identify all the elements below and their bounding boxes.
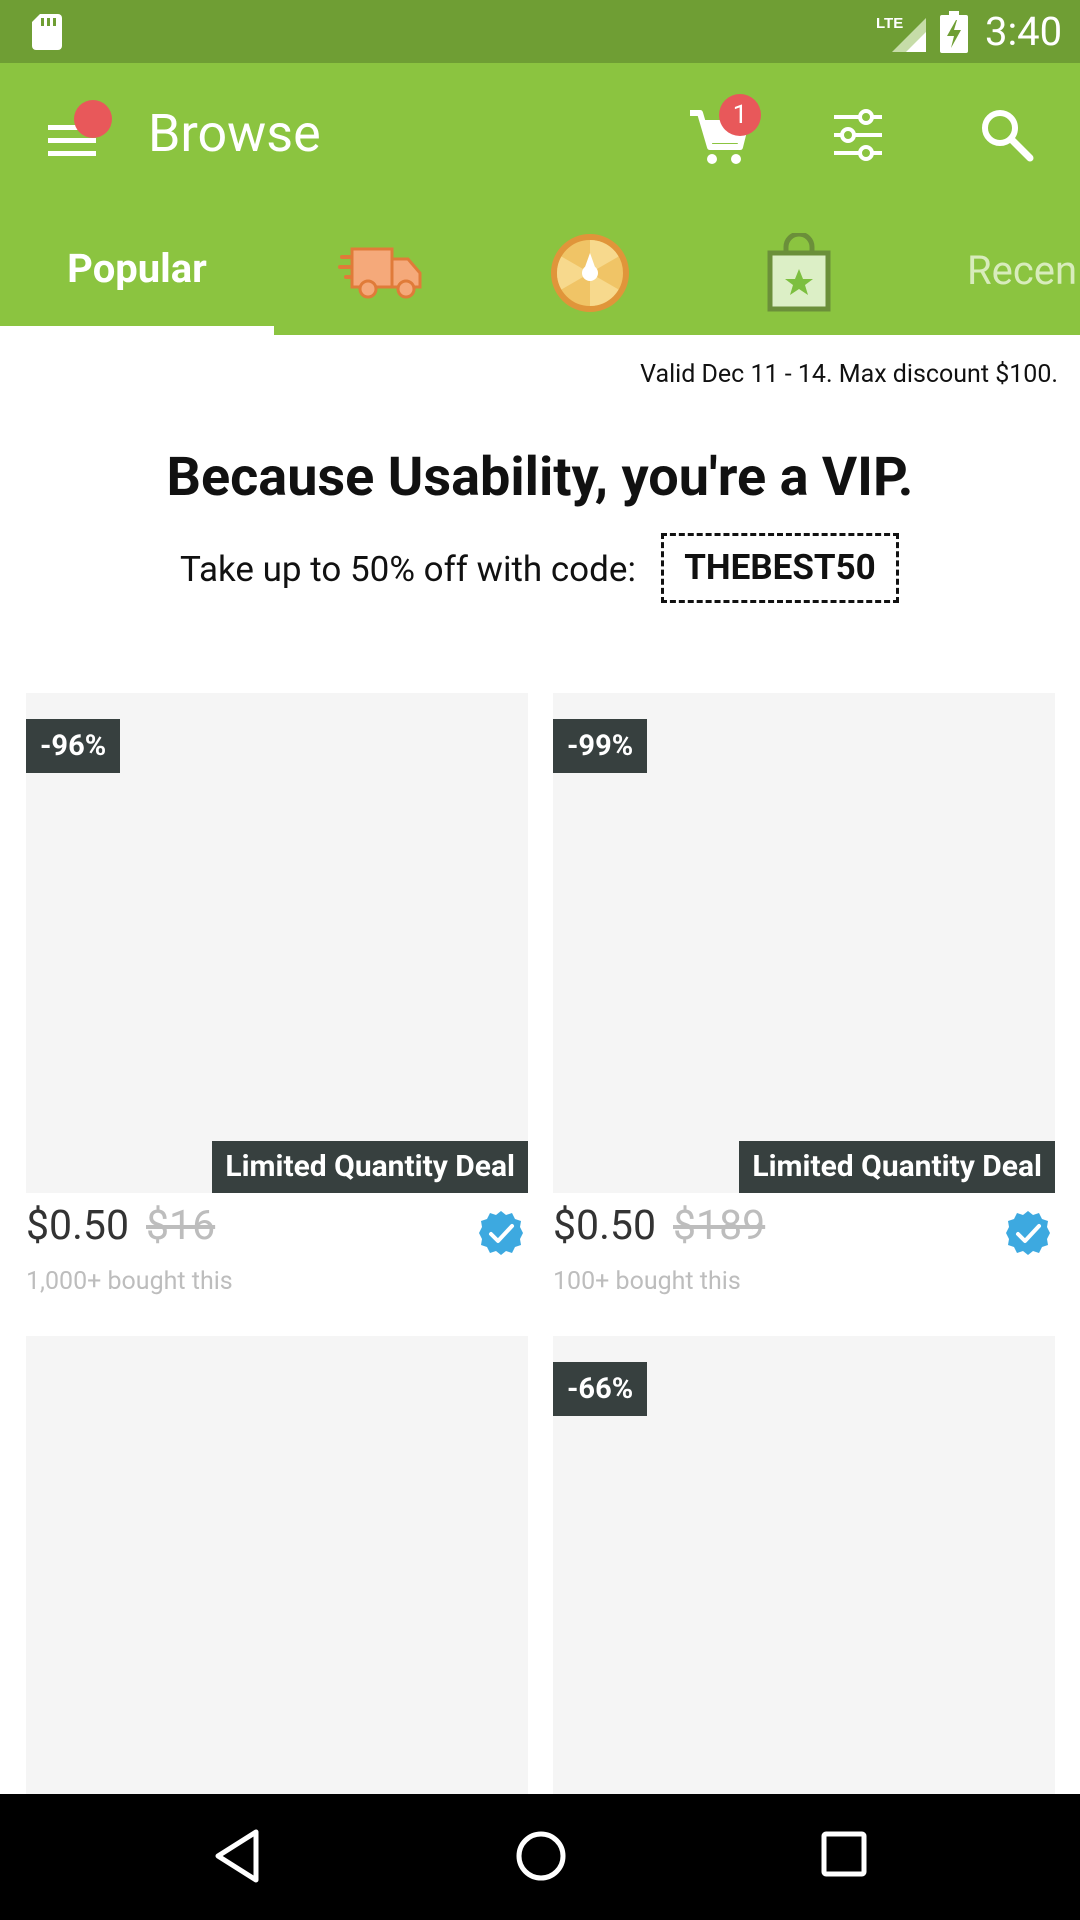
truck-icon bbox=[338, 247, 422, 299]
lte-signal-icon: LTE bbox=[876, 15, 926, 52]
price: $0.50 bbox=[26, 1202, 129, 1250]
back-icon[interactable] bbox=[212, 1827, 262, 1885]
limited-deal-badge: Limited Quantity Deal bbox=[739, 1141, 1055, 1193]
discount-badge: -99% bbox=[553, 719, 648, 773]
wheel-icon bbox=[551, 234, 629, 312]
status-bar: LTE 3:40 bbox=[0, 0, 1080, 63]
product-image[interactable] bbox=[26, 1336, 528, 1794]
original-price: $189 bbox=[673, 1202, 766, 1250]
tab-popular-label: Popular bbox=[67, 245, 207, 292]
recents-icon[interactable] bbox=[820, 1829, 868, 1879]
tab-shipping[interactable] bbox=[330, 209, 430, 335]
tab-recent[interactable]: Recen bbox=[960, 209, 1080, 335]
discount-badge: -96% bbox=[26, 719, 121, 773]
original-price: $16 bbox=[146, 1202, 216, 1250]
clock: 3:40 bbox=[985, 8, 1063, 55]
tab-spin-wheel[interactable] bbox=[540, 209, 640, 335]
verified-icon bbox=[1006, 1211, 1050, 1255]
search-icon[interactable] bbox=[978, 106, 1036, 164]
shopping-bag-icon bbox=[767, 233, 831, 312]
promo-text: Take up to 50% off with code: bbox=[180, 549, 636, 590]
app-bar: Browse 1 bbox=[0, 63, 1080, 209]
tab-popular[interactable]: Popular bbox=[0, 209, 274, 335]
tab-indicator bbox=[0, 326, 274, 335]
bought-count: 100+ bought this bbox=[553, 1267, 741, 1296]
filter-icon[interactable] bbox=[830, 109, 886, 161]
promo-validity: Valid Dec 11 - 14. Max discount $100. bbox=[640, 360, 1058, 389]
promo-title: Because Usability, you're a VIP. bbox=[166, 446, 914, 509]
price: $0.50 bbox=[553, 1202, 656, 1250]
navigation-bar bbox=[0, 1794, 1080, 1920]
tab-recent-label: Recen bbox=[967, 247, 1078, 294]
product-image[interactable]: -96% Limited Quantity Deal bbox=[26, 693, 528, 1193]
limited-deal-badge: Limited Quantity Deal bbox=[212, 1141, 528, 1193]
product-image[interactable]: -66% bbox=[553, 1336, 1055, 1794]
battery-charging-icon bbox=[940, 11, 968, 53]
cart-count-badge: 1 bbox=[719, 94, 761, 136]
sd-card-icon bbox=[32, 14, 62, 50]
product-image[interactable]: -99% Limited Quantity Deal bbox=[553, 693, 1055, 1193]
home-icon[interactable] bbox=[514, 1827, 568, 1885]
page-title: Browse bbox=[148, 103, 321, 164]
tab-shop[interactable] bbox=[750, 209, 850, 335]
bought-count: 1,000+ bought this bbox=[26, 1267, 233, 1296]
verified-icon bbox=[479, 1211, 523, 1255]
lte-label: LTE bbox=[876, 15, 903, 32]
discount-badge: -66% bbox=[553, 1362, 648, 1416]
promo-code[interactable]: THEBEST50 bbox=[661, 533, 899, 603]
category-tabs: Popular Recen bbox=[0, 209, 1080, 335]
notification-dot bbox=[74, 100, 112, 138]
